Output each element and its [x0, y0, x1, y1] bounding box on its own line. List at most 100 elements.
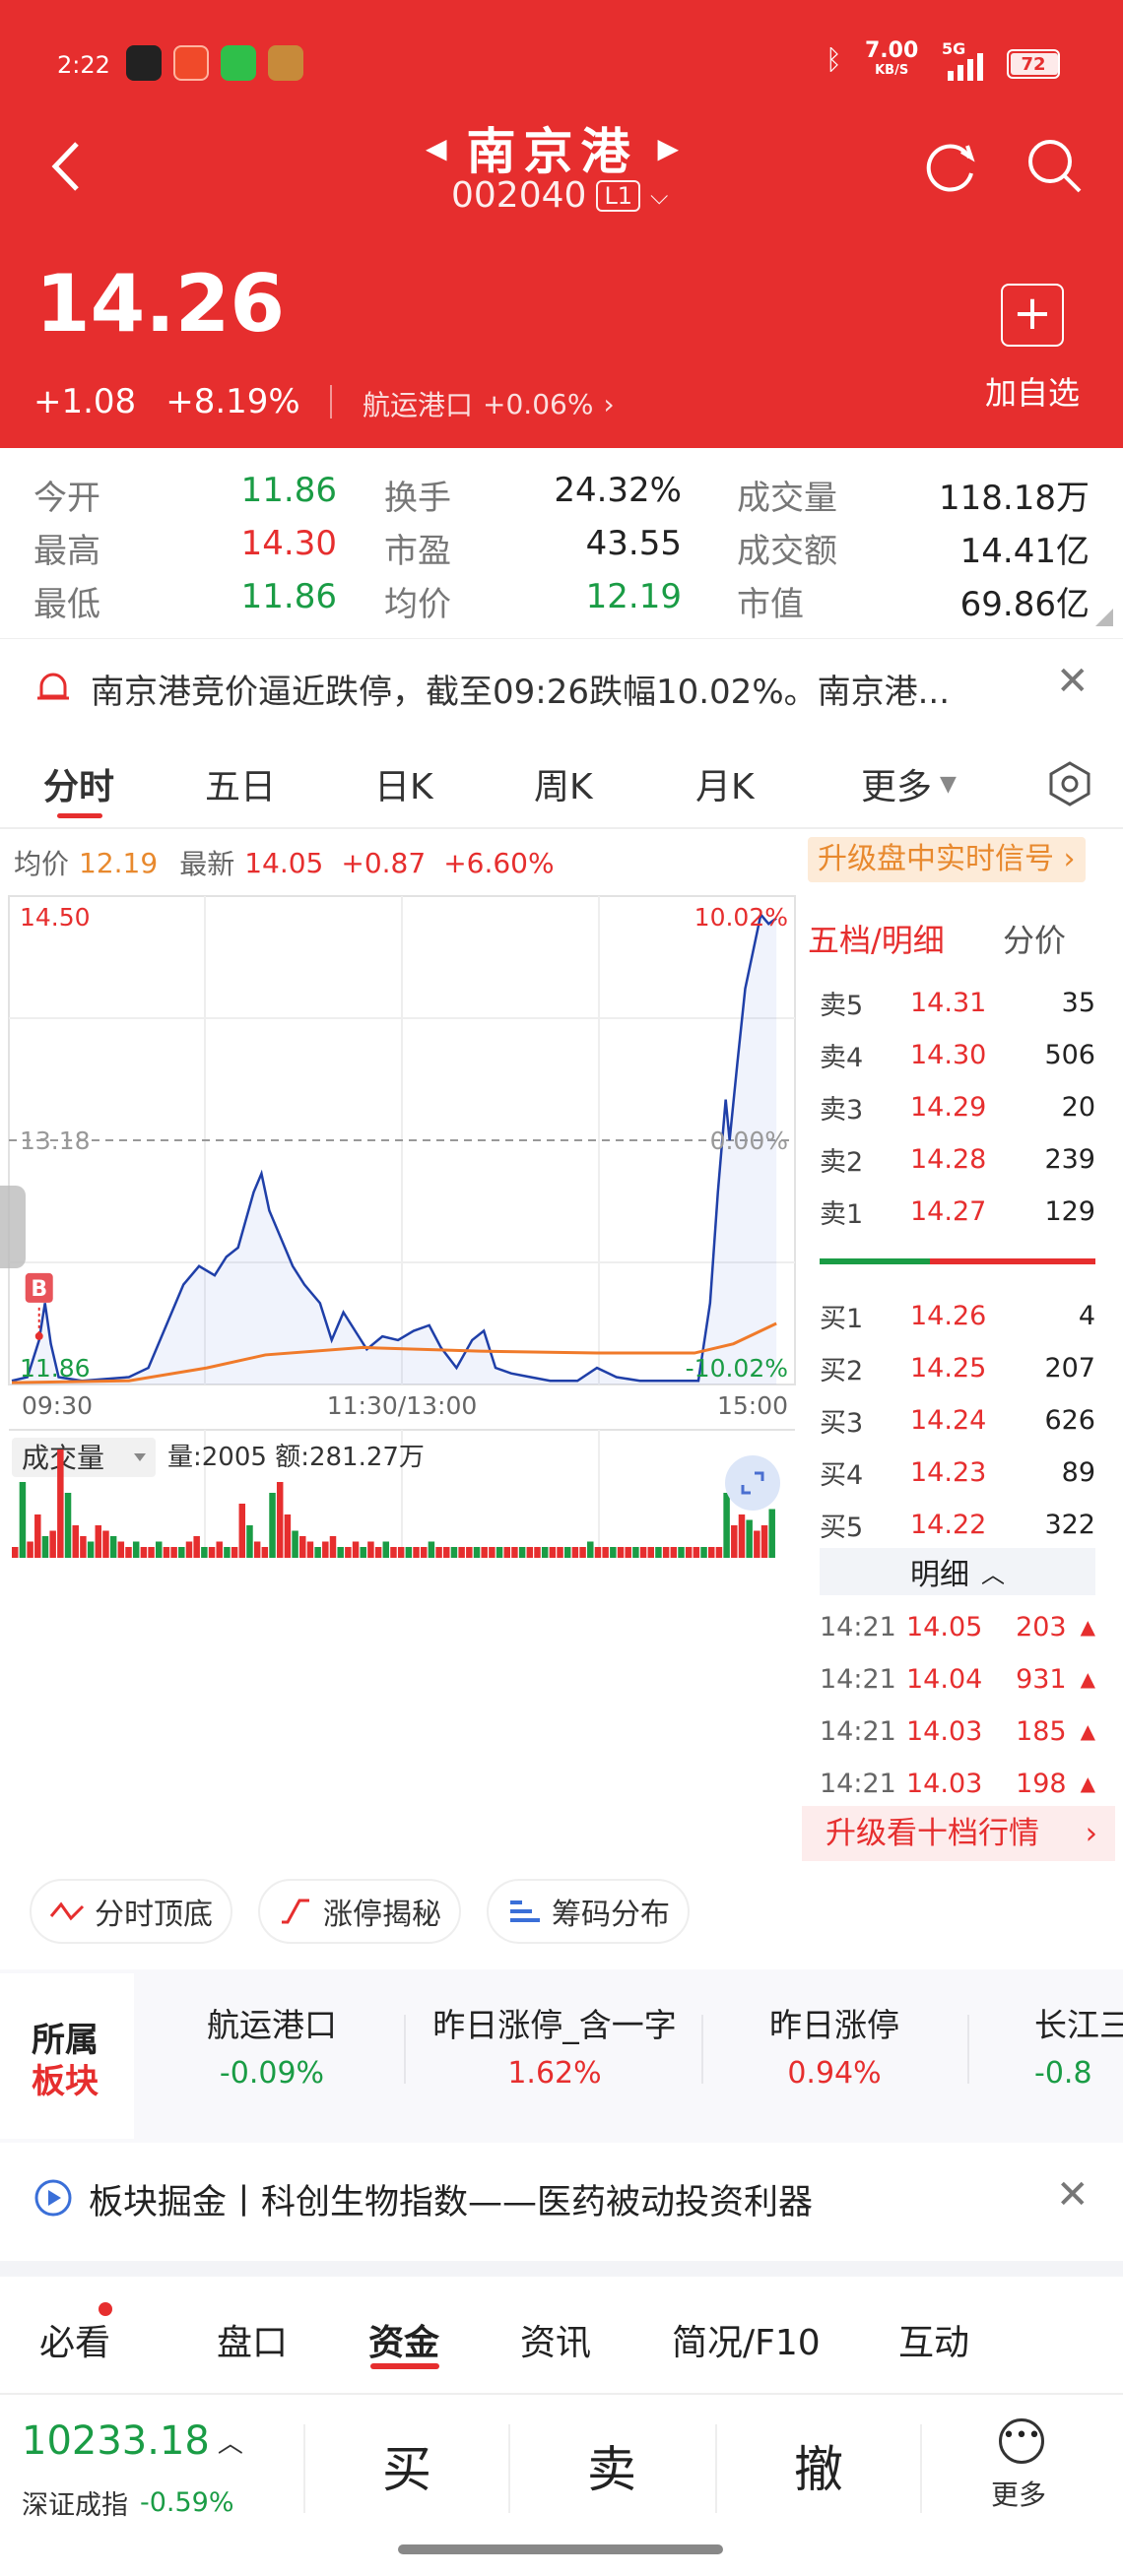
close-icon[interactable]: ✕ [1056, 2172, 1090, 2218]
tab-must-see[interactable]: 必看 [39, 2314, 110, 2365]
bid-level-row[interactable]: 买4 14.23 89 [820, 1447, 1095, 1498]
stat-value: 14.30 [240, 524, 337, 563]
tab-monthly-k[interactable]: 月K [695, 758, 755, 809]
bid-level-row[interactable]: 买2 14.25 207 [820, 1342, 1095, 1393]
volume-bar [64, 1493, 72, 1558]
tab-interact[interactable]: 互动 [898, 2314, 969, 2365]
up-arrow-icon: ▲ [1080, 1615, 1095, 1639]
avg-label: 均价 [14, 848, 70, 880]
pill-limit-up[interactable]: 涨停揭秘 [258, 1879, 461, 1944]
volume-bar [284, 1514, 292, 1558]
pill-label: 筹码分布 [552, 1898, 670, 1932]
promo-text: 板块掘金丨科创生物指数——医药被动投资利器 [89, 2183, 814, 2222]
divider [920, 2424, 922, 2513]
cancel-order-button[interactable]: 撤 [794, 2430, 843, 2501]
net-speed-value: 7.00 [865, 38, 919, 63]
more-label[interactable]: 更多 [991, 2474, 1046, 2513]
volume-bar [587, 1541, 594, 1558]
tab-more[interactable]: 更多 ▼ [861, 758, 957, 809]
tab-weekly-k[interactable]: 周K [534, 758, 593, 809]
trade-tick-row: 14:21 14.03 198 ▲ [820, 1758, 1095, 1809]
tab-f10[interactable]: 简况/F10 [672, 2314, 821, 2365]
chevron-down-icon: ⌵ [650, 181, 669, 210]
ask-level-row[interactable]: 卖4 14.30 506 [820, 1029, 1095, 1080]
volume-bar [557, 1547, 563, 1558]
stock-code-row[interactable]: 002040 L1 ⌵ [451, 175, 668, 216]
volume-bar [276, 1482, 284, 1558]
buy-button[interactable]: 买 [382, 2430, 431, 2501]
time-tick-start: 09:30 [22, 1391, 93, 1420]
volume-bar [117, 1541, 125, 1558]
tab-daily-k[interactable]: 日K [374, 758, 433, 809]
limit-up-icon [282, 1899, 309, 1924]
close-icon[interactable]: ✕ [1056, 659, 1090, 704]
add-watchlist-button[interactable]: + [1001, 284, 1064, 347]
volume-bar [261, 1547, 269, 1558]
upgrade-level10-button[interactable]: 升级看十档行情 › [802, 1806, 1115, 1861]
level-price: 14.24 [910, 1404, 987, 1436]
bid-ask-ratio-bar [820, 1258, 1095, 1264]
more-dots-icon[interactable]: ••• [999, 2418, 1044, 2464]
level-volume: 626 [1044, 1404, 1095, 1436]
volume-bar [382, 1541, 390, 1558]
search-icon[interactable] [1024, 136, 1084, 195]
fullscreen-button[interactable] [725, 1455, 780, 1511]
pill-chip-distribution[interactable]: 筹码分布 [487, 1879, 690, 1944]
home-indicator[interactable] [398, 2544, 723, 2554]
tick-volume: 203 [1016, 1611, 1067, 1642]
last-price: 14.26 [35, 258, 286, 350]
intraday-chart[interactable]: B 14.50 10.02% 13.18 0.00% 11.86 -10.02% 09:30 1… [8, 894, 802, 1560]
sector-item[interactable]: 航运港口 -0.09% [144, 1999, 400, 2091]
ask-level-row[interactable]: 卖5 14.31 35 [820, 977, 1095, 1028]
bid-level-row[interactable]: 买3 14.24 626 [820, 1394, 1095, 1446]
sector-item[interactable]: 长江三 -0.8 [975, 1999, 1123, 2091]
tab-capital[interactable]: 资金 [368, 2314, 439, 2365]
side-drawer-handle[interactable] [0, 1186, 26, 1268]
axis-mid-price: 13.18 [20, 1127, 91, 1155]
level-volume: 35 [1061, 987, 1095, 1018]
axis-bottom-pct: -10.02% [686, 1354, 788, 1383]
detail-toggle[interactable]: 明细 ︿ [820, 1548, 1095, 1595]
index-ticker[interactable]: 10233.18 ︿ [22, 2418, 243, 2464]
pill-intraday-top-bottom[interactable]: 分时顶底 [30, 1879, 232, 1944]
bid-level-row[interactable]: 买1 14.26 4 [820, 1290, 1095, 1341]
promo-bar[interactable]: 板块掘金丨科创生物指数——医药被动投资利器 ✕ [0, 2153, 1123, 2243]
ask-level-row[interactable]: 卖1 14.27 129 [820, 1186, 1095, 1237]
tab-5day[interactable]: 五日 [205, 758, 276, 809]
volume-bar [738, 1514, 746, 1558]
ask-level-row[interactable]: 卖2 14.28 239 [820, 1133, 1095, 1185]
settings-hex-icon[interactable] [1048, 760, 1091, 807]
sector-item[interactable]: 昨日涨停_含一字 1.62% [412, 1999, 697, 2091]
add-watchlist-label[interactable]: 加自选 [985, 368, 1080, 414]
volume-bar [746, 1519, 753, 1558]
time-tick-end: 15:00 [717, 1391, 788, 1420]
refresh-icon[interactable] [924, 138, 979, 193]
tab-news[interactable]: 资讯 [520, 2314, 591, 2365]
detail-label: 明细 [910, 1558, 969, 1592]
bid-level-row[interactable]: 买5 14.22 322 [820, 1499, 1095, 1550]
chevron-right-icon: › [603, 387, 615, 420]
expand-corner-icon[interactable] [1095, 609, 1113, 626]
level-volume: 322 [1044, 1509, 1095, 1540]
tab-order-panel[interactable]: 盘口 [217, 2314, 288, 2365]
sector-link-name: 航运港口 [363, 389, 474, 421]
upgrade-signal-button[interactable]: 升级盘中实时信号 › [808, 837, 1086, 882]
orderbook-tab[interactable]: 五档/明细 [808, 916, 945, 961]
sell-button[interactable]: 卖 [587, 2430, 636, 2501]
next-stock-icon[interactable]: ▶ [658, 132, 680, 164]
sector-link[interactable]: 航运港口 +0.06% › [363, 384, 615, 423]
volume-bar [655, 1547, 662, 1558]
tick-volume: 931 [1016, 1663, 1067, 1695]
prev-stock-icon[interactable]: ◀ [426, 132, 447, 164]
tab-intraday[interactable]: 分时 [43, 758, 114, 809]
tick-price: 14.04 [906, 1663, 983, 1695]
volume-bar [473, 1547, 481, 1558]
volume-bar [647, 1547, 655, 1558]
ask-level-row[interactable]: 卖3 14.29 20 [820, 1081, 1095, 1132]
back-arrow-icon[interactable] [49, 140, 83, 193]
price-dist-tab[interactable]: 分价 [1003, 916, 1066, 961]
net-speed: 7.00 KB/S [865, 38, 919, 81]
sector-item[interactable]: 昨日涨停 0.94% [705, 1999, 963, 2091]
stat-label: 今开 [33, 479, 100, 518]
notice-bar[interactable]: 南京港竞价逼近跌停，截至09:26跌幅10.02%。南京港... ✕ [0, 638, 1123, 733]
